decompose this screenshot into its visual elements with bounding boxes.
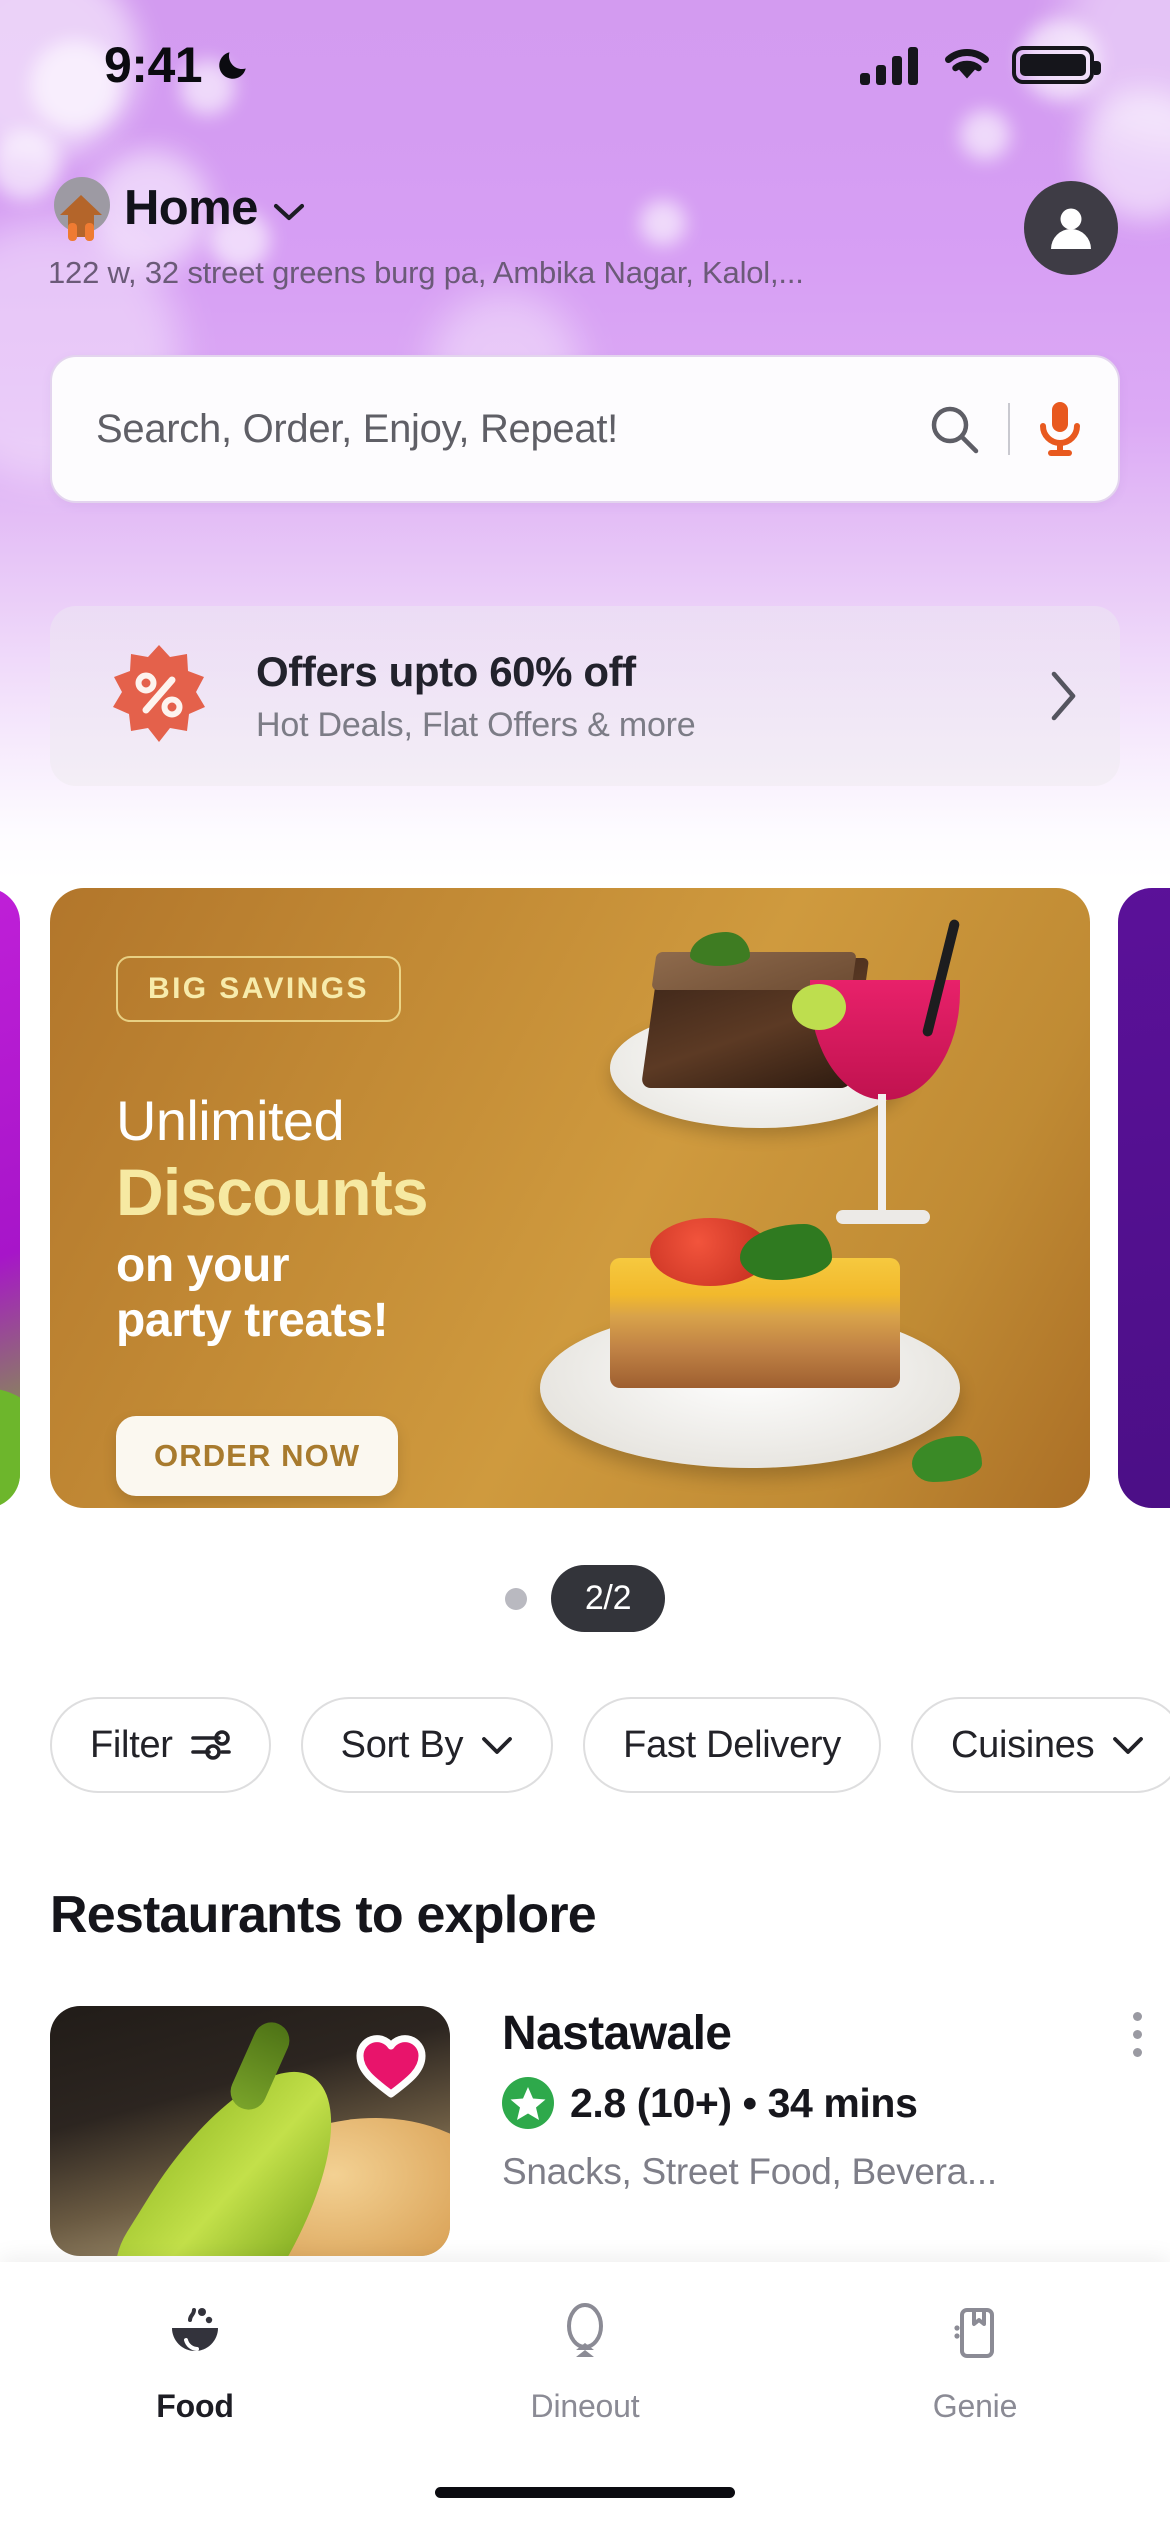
chip-fast-delivery-label: Fast Delivery xyxy=(623,1723,841,1766)
promo-line1: Unlimited xyxy=(116,1089,345,1152)
home-indicator xyxy=(435,2487,735,2498)
chevron-right-icon[interactable] xyxy=(1046,668,1080,724)
location-header: Home 122 w, 32 street greens burg pa, Am… xyxy=(0,175,1170,291)
carousel-pager: 2/2 xyxy=(0,1565,1170,1632)
search-input[interactable]: Search, Order, Enjoy, Repeat! xyxy=(96,407,926,452)
chip-cuisines[interactable]: Cuisines xyxy=(910,1697,1170,1793)
restaurant-thumbnail[interactable] xyxy=(50,2006,450,2256)
cellular-signal-icon xyxy=(860,47,918,85)
search-divider xyxy=(1008,403,1010,455)
sliders-icon xyxy=(190,1730,231,1760)
chip-sort-by-label: Sort By xyxy=(340,1723,464,1766)
nav-item-genie-label: Genie xyxy=(932,2388,1018,2424)
percent-starburst-icon xyxy=(106,643,212,749)
status-bar-time: 9:41 xyxy=(104,37,203,93)
kebab-menu-icon[interactable] xyxy=(1133,2012,1142,2057)
promo-carousel[interactable]: BIG SAVINGS Unlimited Discounts on your p… xyxy=(0,888,1170,1508)
restaurant-rating-text: 2.8 (10+) • 34 mins xyxy=(570,2079,918,2126)
chip-fast-delivery[interactable]: Fast Delivery xyxy=(583,1697,881,1793)
promo-tag: BIG SAVINGS xyxy=(116,956,401,1022)
nav-item-genie[interactable]: Genie xyxy=(780,2298,1170,2425)
status-bar: 9:41 xyxy=(0,0,1170,130)
chip-filter-label: Filter xyxy=(90,1723,173,1766)
offers-banner[interactable]: Offers upto 60% off Hot Deals, Flat Offe… xyxy=(50,606,1120,786)
restaurant-rating-row: 2.8 (10+) • 34 mins xyxy=(502,2077,1142,2129)
shopping-bag-icon xyxy=(954,2308,994,2358)
nav-item-dineout[interactable]: Dineout xyxy=(390,2298,780,2425)
location-label: Home xyxy=(124,180,258,235)
crescent-moon-icon xyxy=(219,52,246,79)
offers-subtitle: Hot Deals, Flat Offers & more xyxy=(256,705,696,744)
wifi-icon xyxy=(945,49,989,79)
location-selector[interactable]: Home xyxy=(48,175,804,241)
chip-cuisines-label: Cuisines xyxy=(950,1723,1095,1766)
page-title: Restaurants to explore xyxy=(50,1886,597,1944)
heart-filled-icon[interactable] xyxy=(354,2026,428,2100)
star-badge-icon xyxy=(502,2077,554,2129)
chevron-down-icon xyxy=(482,1737,513,1754)
plate-cutlery-icon xyxy=(567,2303,603,2357)
restaurant-cuisines: Snacks, Street Food, Bevera... xyxy=(502,2151,997,2192)
promo-line2: Discounts xyxy=(116,1155,429,1229)
promo-line3: on your party treats! xyxy=(116,1239,389,1348)
avatar[interactable] xyxy=(1024,181,1118,275)
restaurant-name: Nastawale xyxy=(502,2007,732,2060)
offers-title: Offers upto 60% off xyxy=(256,647,636,695)
nav-item-food-label: Food xyxy=(156,2388,234,2424)
user-avatar-icon xyxy=(1051,208,1091,249)
house-icon xyxy=(48,175,114,241)
chip-sort-by[interactable]: Sort By xyxy=(300,1697,554,1793)
nav-item-food[interactable]: Food xyxy=(0,2298,390,2425)
carousel-page-counter: 2/2 xyxy=(550,1565,666,1632)
search-icon[interactable] xyxy=(926,401,982,457)
chip-filter[interactable]: Filter xyxy=(50,1697,271,1793)
list-item[interactable]: Nastawale 2.8 (10+) • 34 mins Snacks, St… xyxy=(50,2006,1142,2256)
filter-chips-row[interactable]: Filter Sort By Fast Delivery Cuisines xyxy=(50,1697,1170,1793)
food-bowl-icon xyxy=(172,2308,218,2351)
nav-item-dineout-label: Dineout xyxy=(530,2388,640,2424)
carousel-dot-inactive[interactable] xyxy=(504,1587,527,1610)
chevron-down-icon xyxy=(1113,1737,1144,1754)
microphone-icon[interactable] xyxy=(1036,400,1084,458)
chevron-down-icon[interactable] xyxy=(272,199,306,223)
order-now-button[interactable]: ORDER NOW xyxy=(116,1416,399,1496)
carousel-slide-current[interactable]: BIG SAVINGS Unlimited Discounts on your p… xyxy=(50,888,1090,1508)
address-text: 122 w, 32 street greens burg pa, Ambika … xyxy=(48,255,804,290)
carousel-slide-next[interactable] xyxy=(1118,888,1170,1508)
search-bar[interactable]: Search, Order, Enjoy, Repeat! xyxy=(50,355,1120,503)
carousel-slide-previous[interactable] xyxy=(0,888,20,1508)
battery-full-icon xyxy=(1012,46,1101,84)
